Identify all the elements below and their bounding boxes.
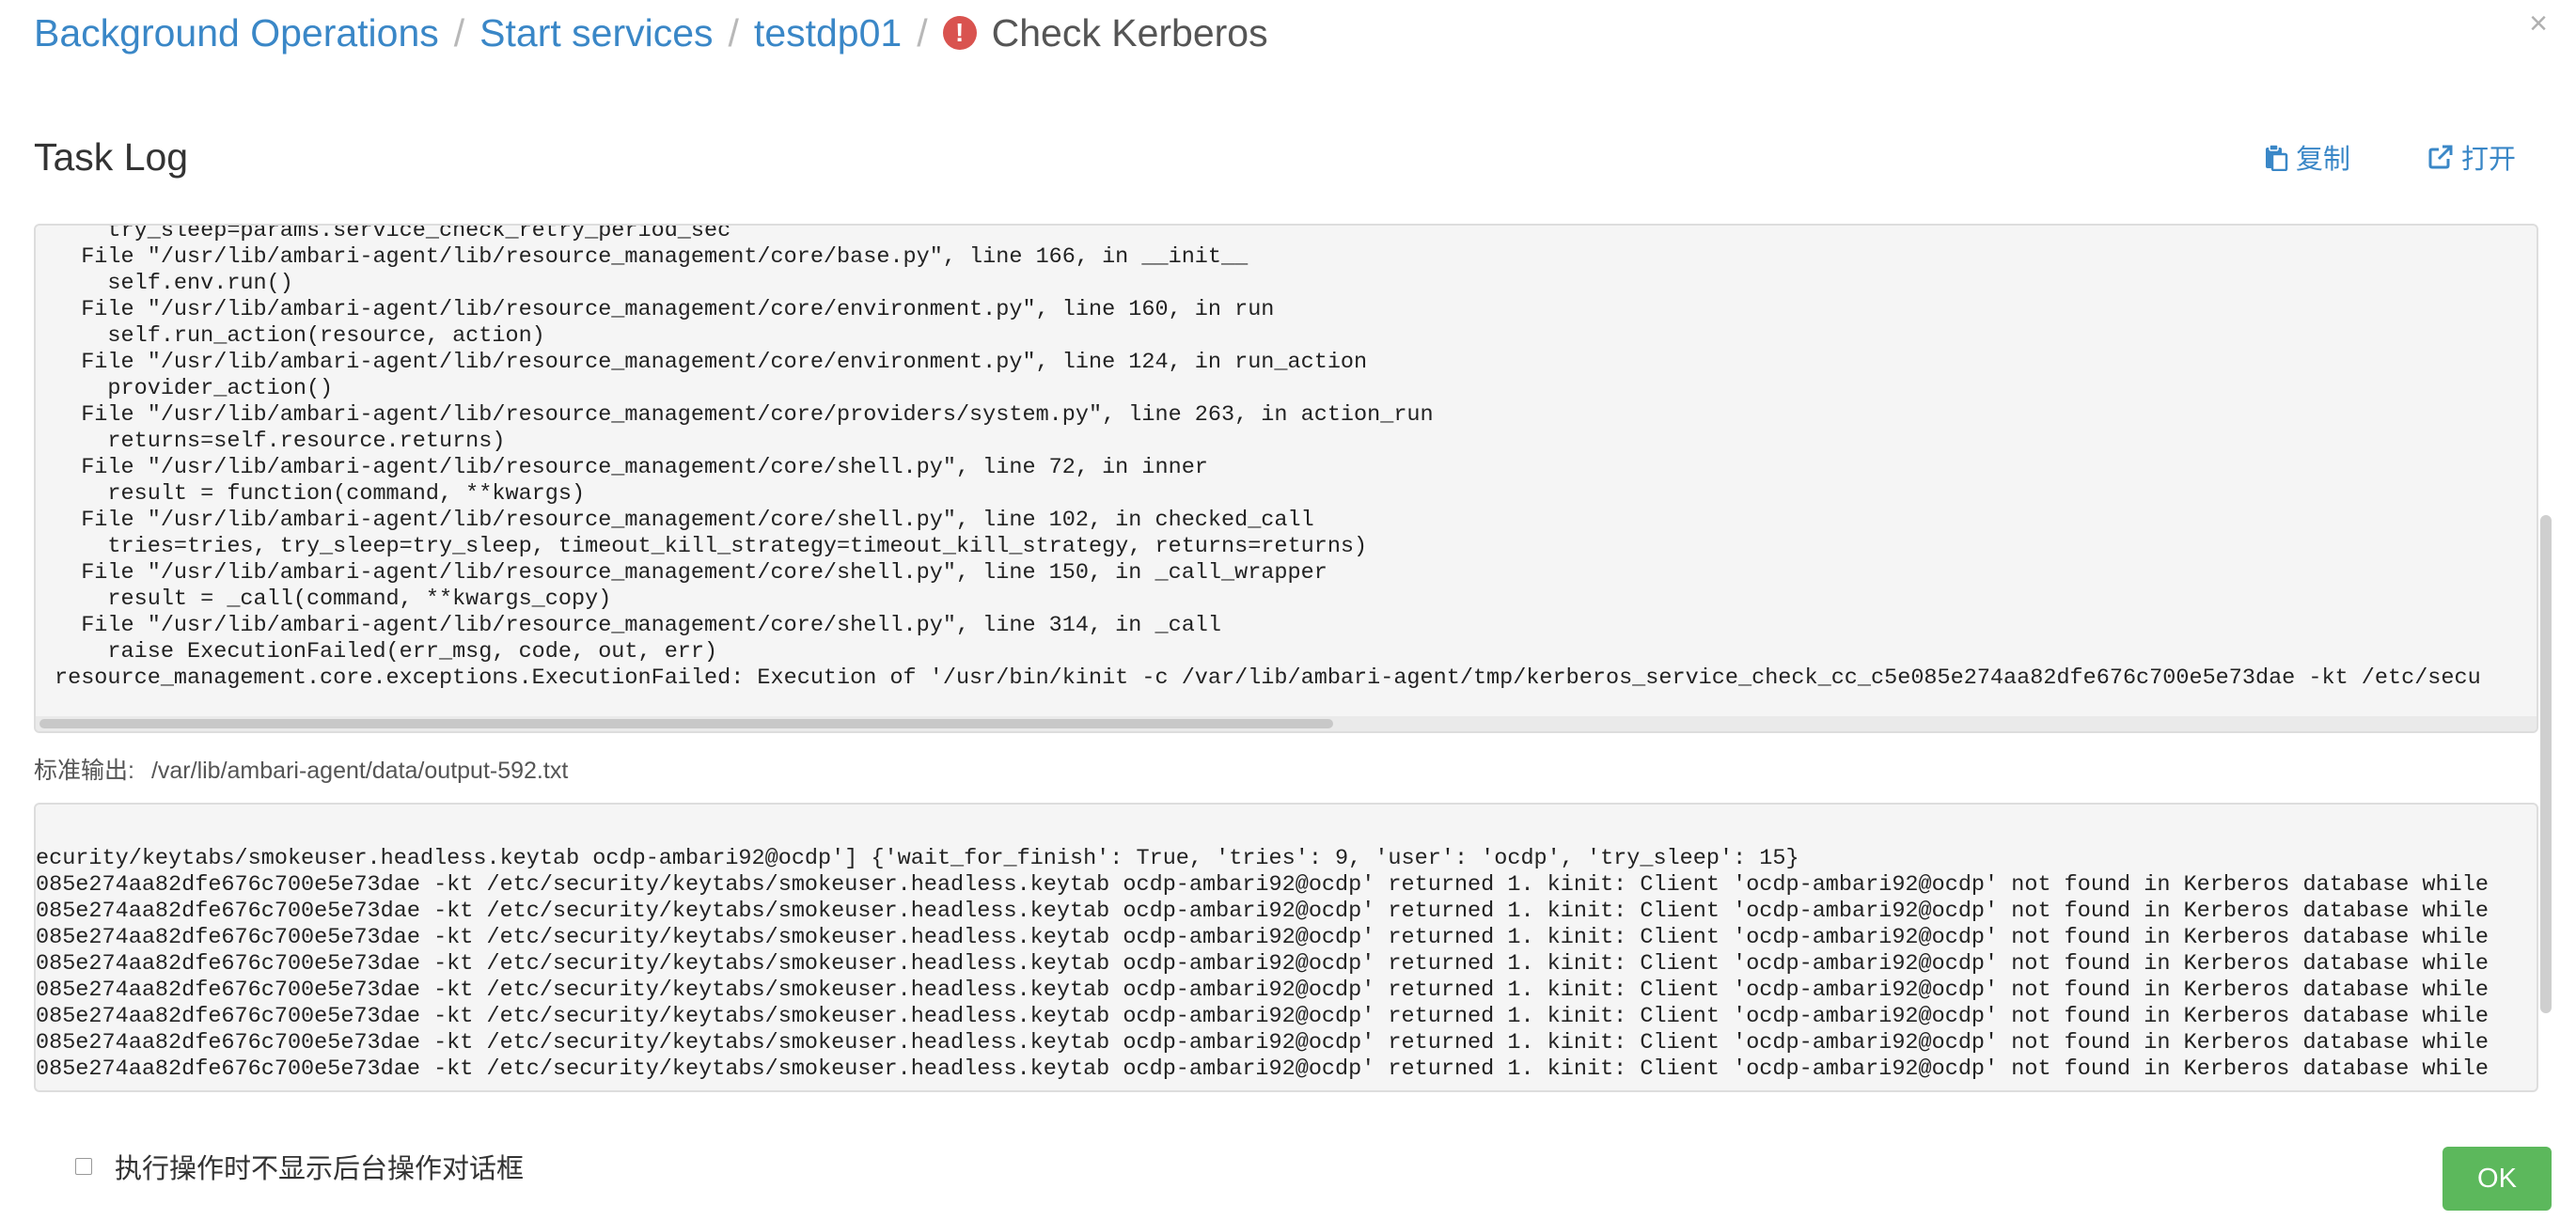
close-icon[interactable]: × [2529,6,2548,42]
open-label: 打开 [2461,145,2517,175]
stdout-label: 标准输出: /var/lib/ambari-agent/data/output-5… [34,752,568,786]
suppress-dialog-label: 执行操作时不显示后台操作对话框 [115,1154,525,1184]
breadcrumb: Background Operations / Start services /… [34,8,1268,58]
breadcrumb-separator: / [728,10,739,55]
breadcrumb-start-services[interactable]: Start services [479,11,713,55]
stderr-log-panel[interactable]: try_sleep=params.service_check_retry_per… [34,224,2538,733]
ok-button[interactable]: OK [2442,1147,2552,1211]
copy-button[interactable]: 复制 [2262,137,2350,177]
external-link-icon [2428,145,2453,169]
suppress-dialog-option[interactable]: 执行操作时不显示后台操作对话框 [75,1147,524,1186]
horizontal-scrollbar-thumb[interactable] [39,719,1333,728]
horizontal-scrollbar[interactable] [36,716,2537,731]
clipboard-icon [2266,144,2288,171]
stdout-path: /var/lib/ambari-agent/data/output-592.tx… [150,758,569,784]
breadcrumb-background-operations[interactable]: Background Operations [34,11,439,55]
stderr-log-text: try_sleep=params.service_check_retry_per… [55,224,2481,691]
exclamation-circle-icon: ! [942,16,977,50]
stdout-label-text: 标准输出: [34,758,134,784]
stdout-log-panel[interactable]: ecurity/keytabs/smokeuser.headless.keyta… [34,803,2538,1092]
open-button[interactable]: 打开 [2427,137,2516,177]
stdout-log-text: ecurity/keytabs/smokeuser.headless.keyta… [36,846,2489,1082]
breadcrumb-separator: / [917,10,928,55]
suppress-dialog-checkbox[interactable] [75,1158,92,1175]
breadcrumb-host[interactable]: testdp01 [754,11,902,55]
breadcrumb-separator: / [453,10,465,55]
vertical-scrollbar[interactable] [2540,515,2552,1013]
task-log-title: Task Log [34,135,189,179]
copy-label: 复制 [2296,145,2351,175]
breadcrumb-current-task: Check Kerberos [991,10,1268,55]
